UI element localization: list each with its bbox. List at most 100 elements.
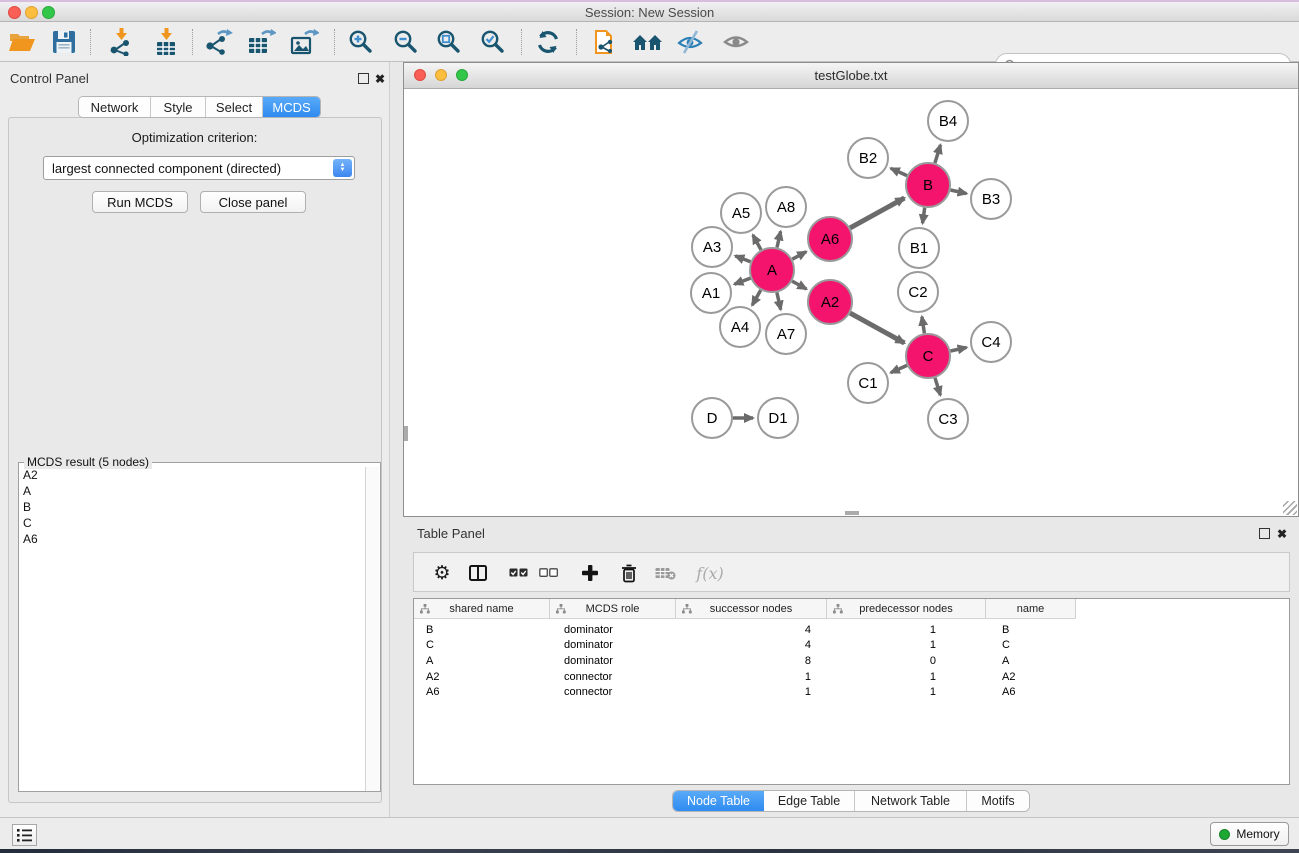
node-A2[interactable]: A2 <box>808 280 852 324</box>
mcds-result-item[interactable]: A2 <box>19 467 366 483</box>
node-A7[interactable]: A7 <box>766 314 806 354</box>
tab-edge-table[interactable]: Edge Table <box>764 791 855 811</box>
zoom-fit-button[interactable] <box>433 27 465 57</box>
node-A8[interactable]: A8 <box>766 187 806 227</box>
edge-C-C1[interactable] <box>891 365 907 372</box>
network-canvas[interactable]: B4 B2 B B3 A5A8A6 B1 A3 A C2 A1 A2 A4A7 C4 C C1 C3 D D1 <box>404 89 1298 516</box>
node-A4[interactable]: A4 <box>720 307 760 347</box>
mcds-result-item[interactable]: A <box>19 483 366 499</box>
save-session-button[interactable] <box>48 27 80 57</box>
window-resize-grip[interactable] <box>1283 501 1297 515</box>
edge-A2-C[interactable] <box>850 313 904 343</box>
tab-mcds[interactable]: MCDS <box>263 97 320 117</box>
edge-B-B4[interactable] <box>935 145 941 163</box>
node-C4[interactable]: C4 <box>971 322 1011 362</box>
node-B[interactable]: B <box>906 163 950 207</box>
close-panel-icon[interactable]: ✖ <box>375 73 385 85</box>
home-button[interactable] <box>632 27 664 57</box>
node-A1[interactable]: A1 <box>691 273 731 313</box>
tab-network[interactable]: Network <box>79 97 151 117</box>
task-history-button[interactable] <box>12 824 37 846</box>
table-settings-button[interactable]: ⚙ <box>428 553 456 593</box>
edge-B-B3[interactable] <box>951 190 967 194</box>
column-header-predecessor-nodes[interactable]: predecessor nodes <box>827 599 986 619</box>
zoom-out-button[interactable] <box>390 27 422 57</box>
tab-select[interactable]: Select <box>206 97 263 117</box>
hide-graphics-details-button[interactable] <box>674 27 706 57</box>
network-vertical-scrollbar[interactable] <box>404 426 408 441</box>
table-row[interactable]: Bdominator41B <box>414 622 1289 638</box>
delete-column-button[interactable] <box>615 553 643 593</box>
node-C1[interactable]: C1 <box>848 363 888 403</box>
delete-table-button[interactable] <box>651 553 679 593</box>
node-A6[interactable]: A6 <box>808 217 852 261</box>
mcds-result-item[interactable]: A6 <box>19 531 366 547</box>
edge-C-C4[interactable] <box>951 347 967 351</box>
table-row[interactable]: A2connector11A2 <box>414 669 1289 685</box>
mcds-result-item[interactable]: C <box>19 515 366 531</box>
export-network-button[interactable] <box>203 27 235 57</box>
edge-A-A7[interactable] <box>777 293 781 310</box>
function-builder-button[interactable]: f(x) <box>690 553 730 593</box>
edge-A-A4[interactable] <box>752 290 761 305</box>
node-B2[interactable]: B2 <box>848 138 888 178</box>
float-panel-icon[interactable] <box>1259 528 1270 539</box>
network-graph[interactable]: B4 B2 B B3 A5A8A6 B1 A3 A C2 A1 A2 A4A7 C4 C C1 C3 D D1 <box>404 89 1298 516</box>
node-A3[interactable]: A3 <box>692 227 732 267</box>
import-network-button[interactable] <box>105 27 137 57</box>
node-B1[interactable]: B1 <box>899 228 939 268</box>
refresh-button[interactable] <box>532 27 564 57</box>
node-B3[interactable]: B3 <box>971 179 1011 219</box>
column-header-name[interactable]: name <box>986 599 1076 619</box>
tab-motifs[interactable]: Motifs <box>967 791 1029 811</box>
edge-A6-B[interactable] <box>850 198 904 228</box>
mcds-list-scrollbar[interactable] <box>365 467 379 791</box>
tab-network-table[interactable]: Network Table <box>855 791 967 811</box>
memory-button[interactable]: Memory <box>1210 822 1289 846</box>
export-image-button[interactable] <box>288 27 320 57</box>
node-D1[interactable]: D1 <box>758 398 798 438</box>
close-panel-button[interactable]: Close panel <box>200 191 306 213</box>
network-from-selection-button[interactable] <box>590 27 622 57</box>
select-all-columns-button[interactable] <box>504 553 532 593</box>
node-C3[interactable]: C3 <box>928 399 968 439</box>
edge-A-A2[interactable] <box>792 281 806 289</box>
zoom-selected-button[interactable] <box>477 27 509 57</box>
table-row[interactable]: Cdominator41C <box>414 638 1289 654</box>
column-header-MCDS-role[interactable]: MCDS role <box>550 599 676 619</box>
network-horizontal-scrollbar[interactable] <box>845 511 859 515</box>
tab-style[interactable]: Style <box>151 97 206 117</box>
node-C[interactable]: C <box>906 334 950 378</box>
node-B4[interactable]: B4 <box>928 101 968 141</box>
edge-A-A5[interactable] <box>753 235 761 250</box>
close-panel-icon[interactable]: ✖ <box>1277 528 1287 540</box>
tab-node-table[interactable]: Node Table <box>673 791 764 811</box>
criterion-dropdown[interactable]: largest connected component (directed) ▲… <box>43 156 355 180</box>
column-header-successor-nodes[interactable]: successor nodes <box>676 599 827 619</box>
zoom-in-button[interactable] <box>345 27 377 57</box>
edge-A-A6[interactable] <box>792 252 806 260</box>
edge-B-B2[interactable] <box>891 168 907 175</box>
node-C2[interactable]: C2 <box>898 272 938 312</box>
node-D[interactable]: D <box>692 398 732 438</box>
run-mcds-button[interactable]: Run MCDS <box>92 191 188 213</box>
import-table-button[interactable] <box>150 27 182 57</box>
node-A5[interactable]: A5 <box>721 193 761 233</box>
table-row[interactable]: A6connector11A6 <box>414 684 1289 700</box>
open-session-button[interactable] <box>6 27 38 57</box>
node-A[interactable]: A <box>750 248 794 292</box>
create-column-button[interactable] <box>576 553 604 593</box>
show-graphics-details-button[interactable] <box>720 27 752 57</box>
edge-B-B1[interactable] <box>923 208 925 224</box>
column-header-shared-name[interactable]: shared name <box>414 599 550 619</box>
export-table-button[interactable] <box>245 27 277 57</box>
table-row[interactable]: Adominator80A <box>414 653 1289 669</box>
edge-C-C2[interactable] <box>922 317 925 334</box>
deselect-all-columns-button[interactable] <box>534 553 562 593</box>
column-view-button[interactable] <box>464 553 492 593</box>
edge-C-C3[interactable] <box>935 378 940 395</box>
edge-A-A8[interactable] <box>777 231 781 247</box>
edge-A-A1[interactable] <box>734 278 750 284</box>
edge-A-A3[interactable] <box>735 256 750 262</box>
mcds-result-item[interactable]: B <box>19 499 366 515</box>
